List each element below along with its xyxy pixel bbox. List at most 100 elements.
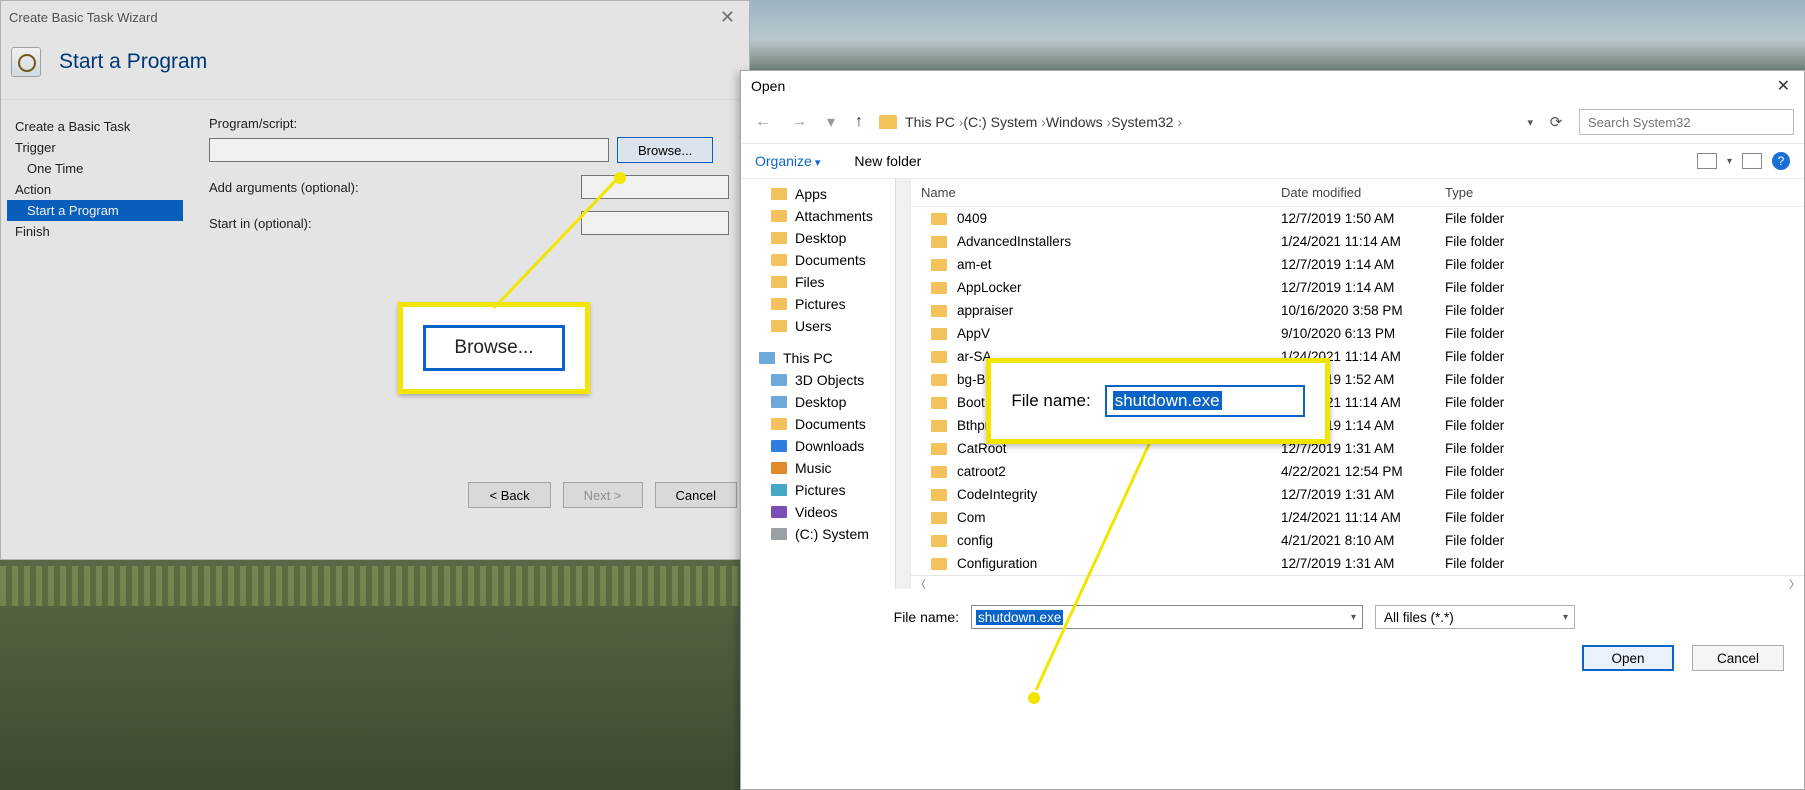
- table-row[interactable]: Configuration12/7/2019 1:31 AMFile folde…: [911, 552, 1804, 575]
- tree-3dobjects[interactable]: 3D Objects: [795, 372, 864, 388]
- file-name: AppV: [957, 326, 1281, 341]
- table-row[interactable]: am-et12/7/2019 1:14 AMFile folder: [911, 253, 1804, 276]
- close-icon[interactable]: ✕: [1773, 76, 1794, 96]
- file-date: 4/21/2021 8:10 AM: [1281, 533, 1445, 548]
- file-date: 1/24/2021 11:14 AM: [1281, 510, 1445, 525]
- startin-input[interactable]: [581, 211, 729, 235]
- file-type: File folder: [1445, 556, 1565, 571]
- table-row[interactable]: AppLocker12/7/2019 1:14 AMFile folder: [911, 276, 1804, 299]
- step-finish[interactable]: Finish: [7, 221, 183, 242]
- preview-pane-icon[interactable]: [1742, 153, 1762, 169]
- chevron-down-icon[interactable]: ▾: [1527, 116, 1533, 129]
- file-list-header[interactable]: Name Date modified Type: [911, 179, 1804, 207]
- highlight-dot: [614, 172, 626, 184]
- organize-menu[interactable]: Organize: [755, 153, 820, 169]
- tree-pictures2[interactable]: Pictures: [795, 482, 846, 498]
- file-name: appraiser: [957, 303, 1281, 318]
- crumb-windows[interactable]: Windows: [1046, 114, 1111, 130]
- browse-callout: Browse...: [398, 302, 590, 394]
- cancel-button[interactable]: Cancel: [655, 482, 737, 508]
- table-row[interactable]: Com1/24/2021 11:14 AMFile folder: [911, 506, 1804, 529]
- tree-documents2[interactable]: Documents: [795, 416, 866, 432]
- args-input[interactable]: [581, 175, 729, 199]
- step-trigger[interactable]: Trigger: [7, 137, 183, 158]
- clock-icon: [11, 47, 41, 77]
- file-type: File folder: [1445, 211, 1565, 226]
- tree-files[interactable]: Files: [795, 274, 825, 290]
- open-nav: ← → ▾ ↑ This PC (C:) System Windows Syst…: [741, 101, 1804, 143]
- step-startprogram[interactable]: Start a Program: [7, 200, 183, 221]
- file-name: config: [957, 533, 1281, 548]
- chevron-down-icon[interactable]: ▾: [823, 112, 839, 132]
- tree-users[interactable]: Users: [795, 318, 832, 334]
- folder-icon: [931, 259, 947, 271]
- folder-icon: [931, 535, 947, 547]
- open-button[interactable]: Open: [1582, 645, 1674, 671]
- next-button[interactable]: Next >: [563, 482, 643, 508]
- filename-input[interactable]: shutdown.exe: [971, 605, 1363, 629]
- wizard-titlebar[interactable]: Create Basic Task Wizard ✕: [1, 1, 749, 33]
- tree-thispc[interactable]: This PC: [783, 350, 833, 366]
- col-date[interactable]: Date modified: [1271, 179, 1435, 206]
- chevron-down-icon[interactable]: ▾: [1727, 156, 1732, 167]
- browse-button[interactable]: Browse...: [617, 137, 713, 163]
- folder-icon: [931, 397, 947, 409]
- table-row[interactable]: AppV9/10/2020 6:13 PMFile folder: [911, 322, 1804, 345]
- back-button[interactable]: < Back: [468, 482, 550, 508]
- filename-value: shutdown.exe: [976, 610, 1063, 625]
- filetype-filter[interactable]: All files (*.*): [1375, 605, 1575, 629]
- folder-icon: [931, 236, 947, 248]
- file-date: 12/7/2019 1:31 AM: [1281, 556, 1445, 571]
- args-label: Add arguments (optional):: [209, 180, 573, 195]
- col-name[interactable]: Name: [911, 179, 1271, 206]
- folder-icon: [931, 489, 947, 501]
- tree-apps[interactable]: Apps: [795, 186, 827, 202]
- breadcrumb[interactable]: This PC (C:) System Windows System32 ▾: [879, 114, 1533, 130]
- table-row[interactable]: CodeIntegrity12/7/2019 1:31 AMFile folde…: [911, 483, 1804, 506]
- nav-up-icon[interactable]: ↑: [851, 113, 867, 131]
- file-name: Com: [957, 510, 1281, 525]
- nav-back-icon[interactable]: ←: [751, 113, 775, 131]
- step-onetime[interactable]: One Time: [7, 158, 183, 179]
- close-icon[interactable]: ✕: [714, 7, 741, 28]
- table-row[interactable]: config4/21/2021 8:10 AMFile folder: [911, 529, 1804, 552]
- folder-tree[interactable]: Apps Attachments Desktop Documents Files…: [741, 179, 911, 589]
- cancel-button[interactable]: Cancel: [1692, 645, 1784, 671]
- horizontal-scrollbar[interactable]: 〈〉: [911, 575, 1804, 589]
- tree-desktop[interactable]: Desktop: [795, 230, 846, 246]
- table-row[interactable]: 040912/7/2019 1:50 AMFile folder: [911, 207, 1804, 230]
- nav-forward-icon[interactable]: →: [787, 113, 811, 131]
- folder-icon: [931, 328, 947, 340]
- crumb-cdrive[interactable]: (C:) System: [963, 114, 1045, 130]
- folder-icon: [931, 443, 947, 455]
- table-row[interactable]: AdvancedInstallers1/24/2021 11:14 AMFile…: [911, 230, 1804, 253]
- wizard-header: Start a Program: [1, 33, 749, 100]
- tree-pictures[interactable]: Pictures: [795, 296, 846, 312]
- help-icon[interactable]: ?: [1772, 152, 1790, 170]
- table-row[interactable]: catroot24/22/2021 12:54 PMFile folder: [911, 460, 1804, 483]
- open-titlebar[interactable]: Open ✕: [741, 71, 1804, 101]
- file-date: 4/22/2021 12:54 PM: [1281, 464, 1445, 479]
- step-create[interactable]: Create a Basic Task: [7, 116, 183, 137]
- table-row[interactable]: appraiser10/16/2020 3:58 PMFile folder: [911, 299, 1804, 322]
- program-label: Program/script:: [209, 116, 729, 131]
- file-type: File folder: [1445, 533, 1565, 548]
- crumb-thispc[interactable]: This PC: [905, 114, 963, 130]
- tree-music[interactable]: Music: [795, 460, 832, 476]
- tree-cdrive[interactable]: (C:) System: [795, 526, 869, 542]
- tree-attachments[interactable]: Attachments: [795, 208, 873, 224]
- view-icon[interactable]: [1697, 153, 1717, 169]
- crumb-system32[interactable]: System32: [1111, 114, 1182, 130]
- col-type[interactable]: Type: [1435, 179, 1555, 206]
- step-action[interactable]: Action: [7, 179, 183, 200]
- refresh-icon[interactable]: ⟳: [1545, 113, 1567, 131]
- wizard-page-title: Start a Program: [59, 50, 207, 74]
- program-input[interactable]: [209, 138, 609, 162]
- tree-videos[interactable]: Videos: [795, 504, 838, 520]
- new-folder-button[interactable]: New folder: [854, 153, 921, 169]
- tree-desktop2[interactable]: Desktop: [795, 394, 846, 410]
- tree-downloads[interactable]: Downloads: [795, 438, 864, 454]
- search-input[interactable]: [1579, 109, 1794, 135]
- folder-icon: [931, 351, 947, 363]
- tree-documents[interactable]: Documents: [795, 252, 866, 268]
